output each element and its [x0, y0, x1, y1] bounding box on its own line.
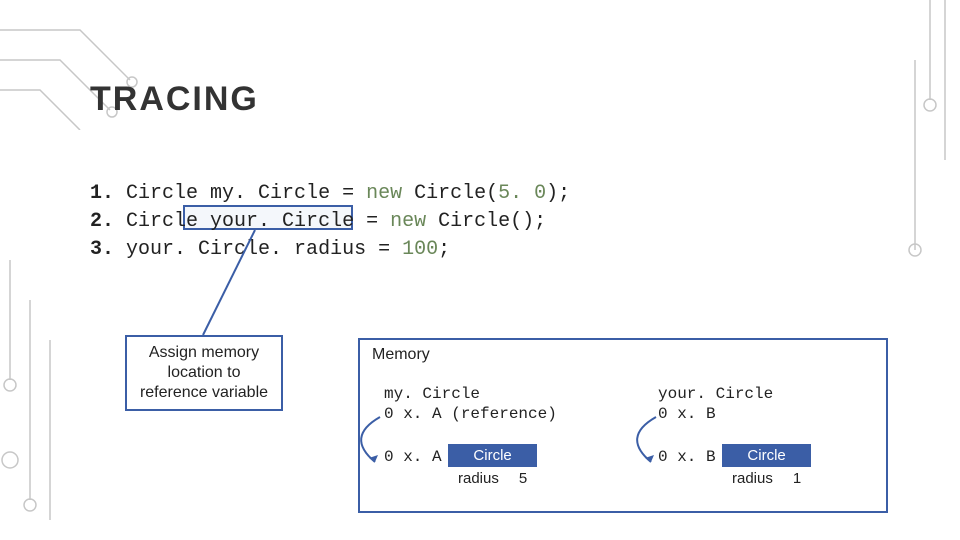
code-block: 1. Circle my. Circle = new Circle(5. 0);…: [90, 180, 570, 264]
mem-mycircle: my. Circle 0 x. A (reference): [384, 384, 557, 424]
obj-a-value: 5: [509, 467, 537, 490]
code-line-2: 2. Circle your. Circle = new Circle();: [90, 208, 570, 236]
memory-box: Memory my. Circle 0 x. A (reference) you…: [358, 338, 888, 513]
arrow-a: [340, 412, 400, 472]
arrow-b: [616, 412, 676, 472]
mem-my-ref: 0 x. A (reference): [384, 404, 557, 424]
deco-circuit-left: [0, 260, 70, 540]
mem-my-name: my. Circle: [384, 384, 557, 404]
mem-your-name: your. Circle: [658, 384, 773, 404]
annotation-text: Assign memory location to reference vari…: [140, 344, 268, 401]
page-title: TRACING: [90, 80, 259, 119]
code-line-3: 3. your. Circle. radius = 100;: [90, 236, 570, 264]
deco-circuit-right: [900, 0, 960, 260]
obj-b-field: radius: [722, 467, 783, 490]
annotation-box: Assign memory location to reference vari…: [125, 335, 283, 411]
obj-a-type: Circle: [448, 444, 537, 467]
code-line-1: 1. Circle my. Circle = new Circle(5. 0);: [90, 180, 570, 208]
object-a-table: Circle radius 5: [448, 444, 537, 490]
obj-b-value: 1: [783, 467, 811, 490]
memory-title: Memory: [372, 346, 430, 364]
obj-a-field: radius: [448, 467, 509, 490]
connector-line: [195, 230, 275, 340]
obj-b-type: Circle: [722, 444, 811, 467]
object-b-table: Circle radius 1: [722, 444, 811, 490]
